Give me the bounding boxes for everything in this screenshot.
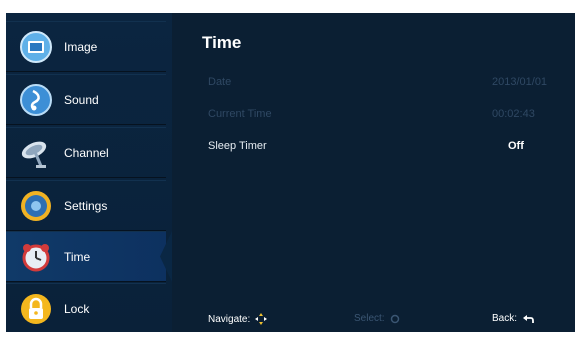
hint-navigate-label: Navigate:: [208, 313, 251, 325]
setting-value: 2013/01/01: [492, 76, 548, 88]
sidebar-item-label: Image: [64, 39, 98, 54]
sidebar-item-settings[interactable]: Settings: [6, 180, 166, 231]
sidebar-item-label: Sound: [64, 92, 99, 107]
sidebar-item-label: Settings: [64, 198, 108, 213]
setting-row-current-time: Current Time 00:02:43: [208, 105, 548, 125]
main-panel: Time Date 2013/01/01 Current Time 00:02:…: [172, 13, 575, 332]
hint-navigate: Navigate:: [208, 313, 268, 325]
setting-row-sleep-timer[interactable]: Sleep Timer Off: [208, 137, 548, 157]
settings-icon: [18, 188, 54, 224]
hint-select: Select:: [354, 313, 400, 324]
back-arrow-icon: [523, 314, 534, 323]
sidebar-item-sound[interactable]: Sound: [6, 74, 166, 125]
sidebar-item-label: Time: [64, 249, 91, 264]
sidebar-item-lock[interactable]: Lock: [6, 283, 166, 332]
key-hints: Navigate: Select: Back:: [172, 309, 575, 329]
ok-button-icon: [390, 314, 399, 323]
sidebar-item-image[interactable]: Image: [6, 21, 166, 72]
sidebar-item-time[interactable]: Time: [6, 231, 166, 282]
setting-label: Current Time: [208, 108, 272, 120]
setting-label: Sleep Timer: [208, 140, 267, 152]
page-title: Time: [202, 33, 242, 52]
sidebar: Image Sound Channel Settings Time Lock: [6, 13, 172, 332]
setting-value: 00:02:43: [492, 108, 535, 120]
navigate-arrows-icon: [255, 313, 268, 325]
hint-select-label: Select:: [354, 313, 385, 324]
sidebar-item-channel[interactable]: Channel: [6, 127, 166, 178]
setting-label: Date: [208, 76, 232, 88]
setting-row-date: Date 2013/01/01: [208, 73, 548, 93]
tv-menu-screen: Image Sound Channel Settings Time Lock T…: [6, 13, 575, 332]
satellite-dish-icon: [18, 135, 54, 171]
sidebar-item-label: Channel: [64, 145, 109, 160]
hint-back: Back:: [492, 313, 534, 324]
image-icon: [18, 29, 54, 65]
setting-value[interactable]: Off: [508, 140, 524, 152]
sidebar-item-label: Lock: [64, 301, 90, 316]
sound-icon: [18, 82, 54, 118]
alarm-clock-icon: [18, 239, 54, 275]
hint-back-label: Back:: [492, 313, 518, 324]
lock-icon: [18, 291, 54, 327]
